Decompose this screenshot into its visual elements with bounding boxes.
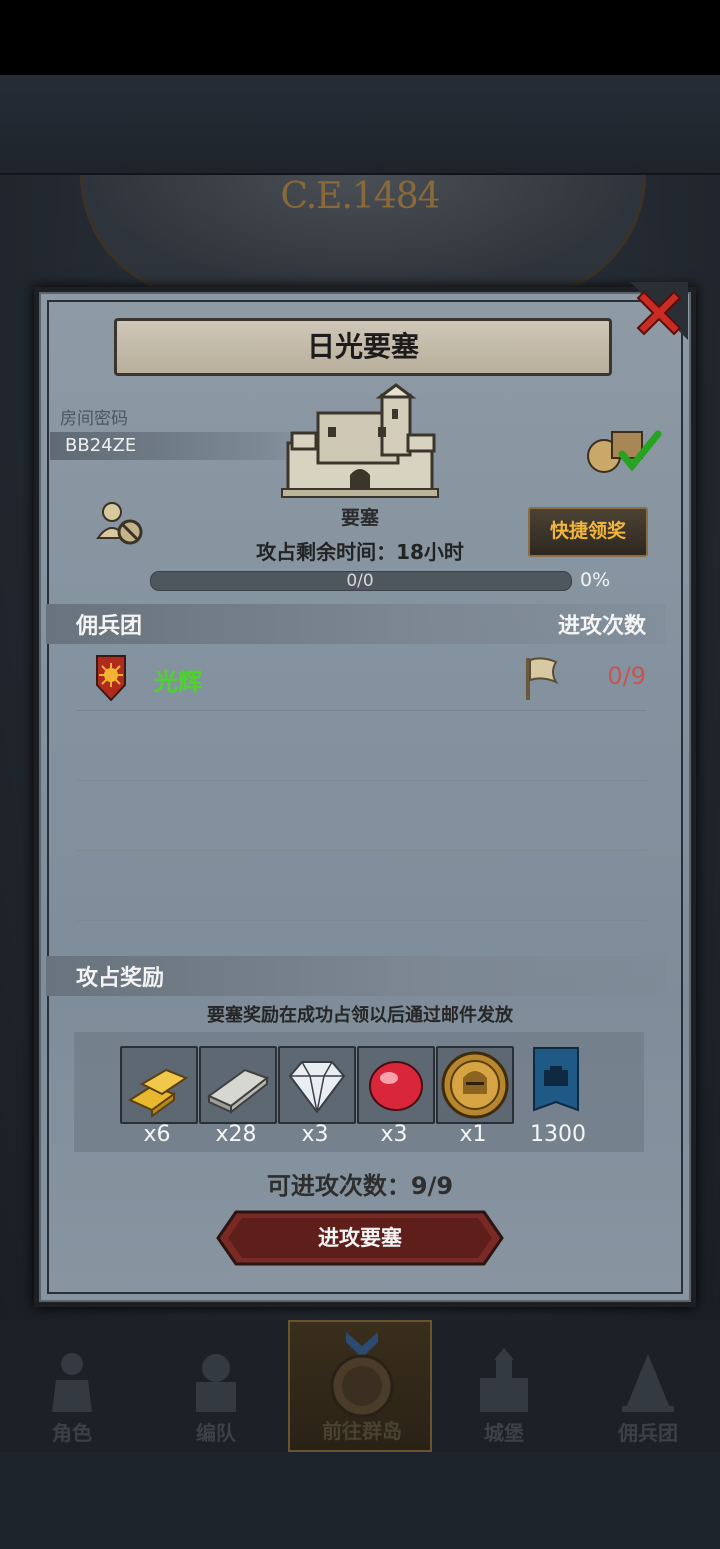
rewards-note: 要塞奖励在成功占领以后通过邮件发放 — [207, 1005, 513, 1026]
bottom-band — [0, 1452, 720, 1549]
attack-count-header: 进攻次数 — [557, 614, 646, 639]
nav-archipelago[interactable]: 前往群岛 — [288, 1320, 432, 1452]
diamond-icon[interactable] — [278, 1046, 356, 1124]
close-icon[interactable] — [630, 282, 688, 340]
empty-row-divider — [76, 850, 646, 851]
quick-claim-button[interactable]: 快捷领奖 — [528, 507, 648, 557]
nav-label: 佣兵团 — [618, 1421, 678, 1445]
nav-castle[interactable]: 城堡 — [432, 1320, 576, 1452]
nav-label: 城堡 — [484, 1421, 524, 1445]
dialog-title: 日光要塞 — [114, 318, 612, 376]
header-band — [0, 75, 720, 175]
fortress-banner-icon[interactable] — [526, 1046, 586, 1120]
rewards-header: 攻占奖励 — [76, 966, 165, 991]
reward-count: x3 — [301, 1122, 329, 1147]
reward-count: x1 — [459, 1122, 487, 1147]
flag-icon — [526, 657, 559, 700]
nav-label: 角色 — [52, 1421, 92, 1445]
formation-icon — [196, 1354, 236, 1412]
nav-label: 前往群岛 — [322, 1419, 402, 1443]
empty-row-divider — [76, 780, 646, 781]
silver-bar-icon[interactable] — [199, 1046, 277, 1124]
nav-formation[interactable]: 编队 — [144, 1320, 288, 1452]
room-password-label: 房间密码 — [60, 409, 128, 429]
mercenary-icon — [622, 1354, 674, 1412]
guild-name: 光辉 — [154, 668, 202, 696]
no-participant-icon[interactable] — [96, 500, 144, 546]
reward-count: x3 — [380, 1122, 408, 1147]
nav-label: 编队 — [196, 1421, 236, 1445]
nav-mercenary[interactable]: 佣兵团 — [576, 1320, 720, 1452]
knight-helmet-coin-icon[interactable] — [436, 1046, 514, 1124]
attack-fortress-label[interactable]: 进攻要塞 — [216, 1210, 504, 1266]
reward-count: x28 — [215, 1122, 257, 1147]
reward-count: x6 — [143, 1122, 171, 1147]
year-text: C.E.1484 — [280, 176, 440, 217]
castle-icon — [480, 1348, 528, 1412]
mercenary-header: 佣兵团 — [76, 614, 143, 639]
reward-count: 1300 — [530, 1122, 586, 1147]
archipelago-icon — [330, 1332, 394, 1418]
guild-emblem-icon — [96, 655, 126, 701]
empty-row-divider — [76, 920, 646, 921]
progress-text: 0/0 — [346, 571, 374, 591]
nav-character[interactable]: 角色 — [0, 1320, 144, 1452]
top-status-bar — [0, 0, 720, 75]
guild-attack-count: 0/9 — [607, 662, 646, 690]
loot-bag-check-icon[interactable] — [584, 424, 664, 476]
remaining-attacks: 可进攻次数：9/9 — [266, 1172, 454, 1200]
fortress-icon — [281, 383, 439, 498]
progress-percent: 0% — [580, 569, 611, 591]
character-icon — [52, 1353, 92, 1412]
ruby-icon[interactable] — [357, 1046, 435, 1124]
room-code: BB24ZE — [65, 435, 137, 456]
gold-bars-icon[interactable] — [120, 1046, 198, 1124]
